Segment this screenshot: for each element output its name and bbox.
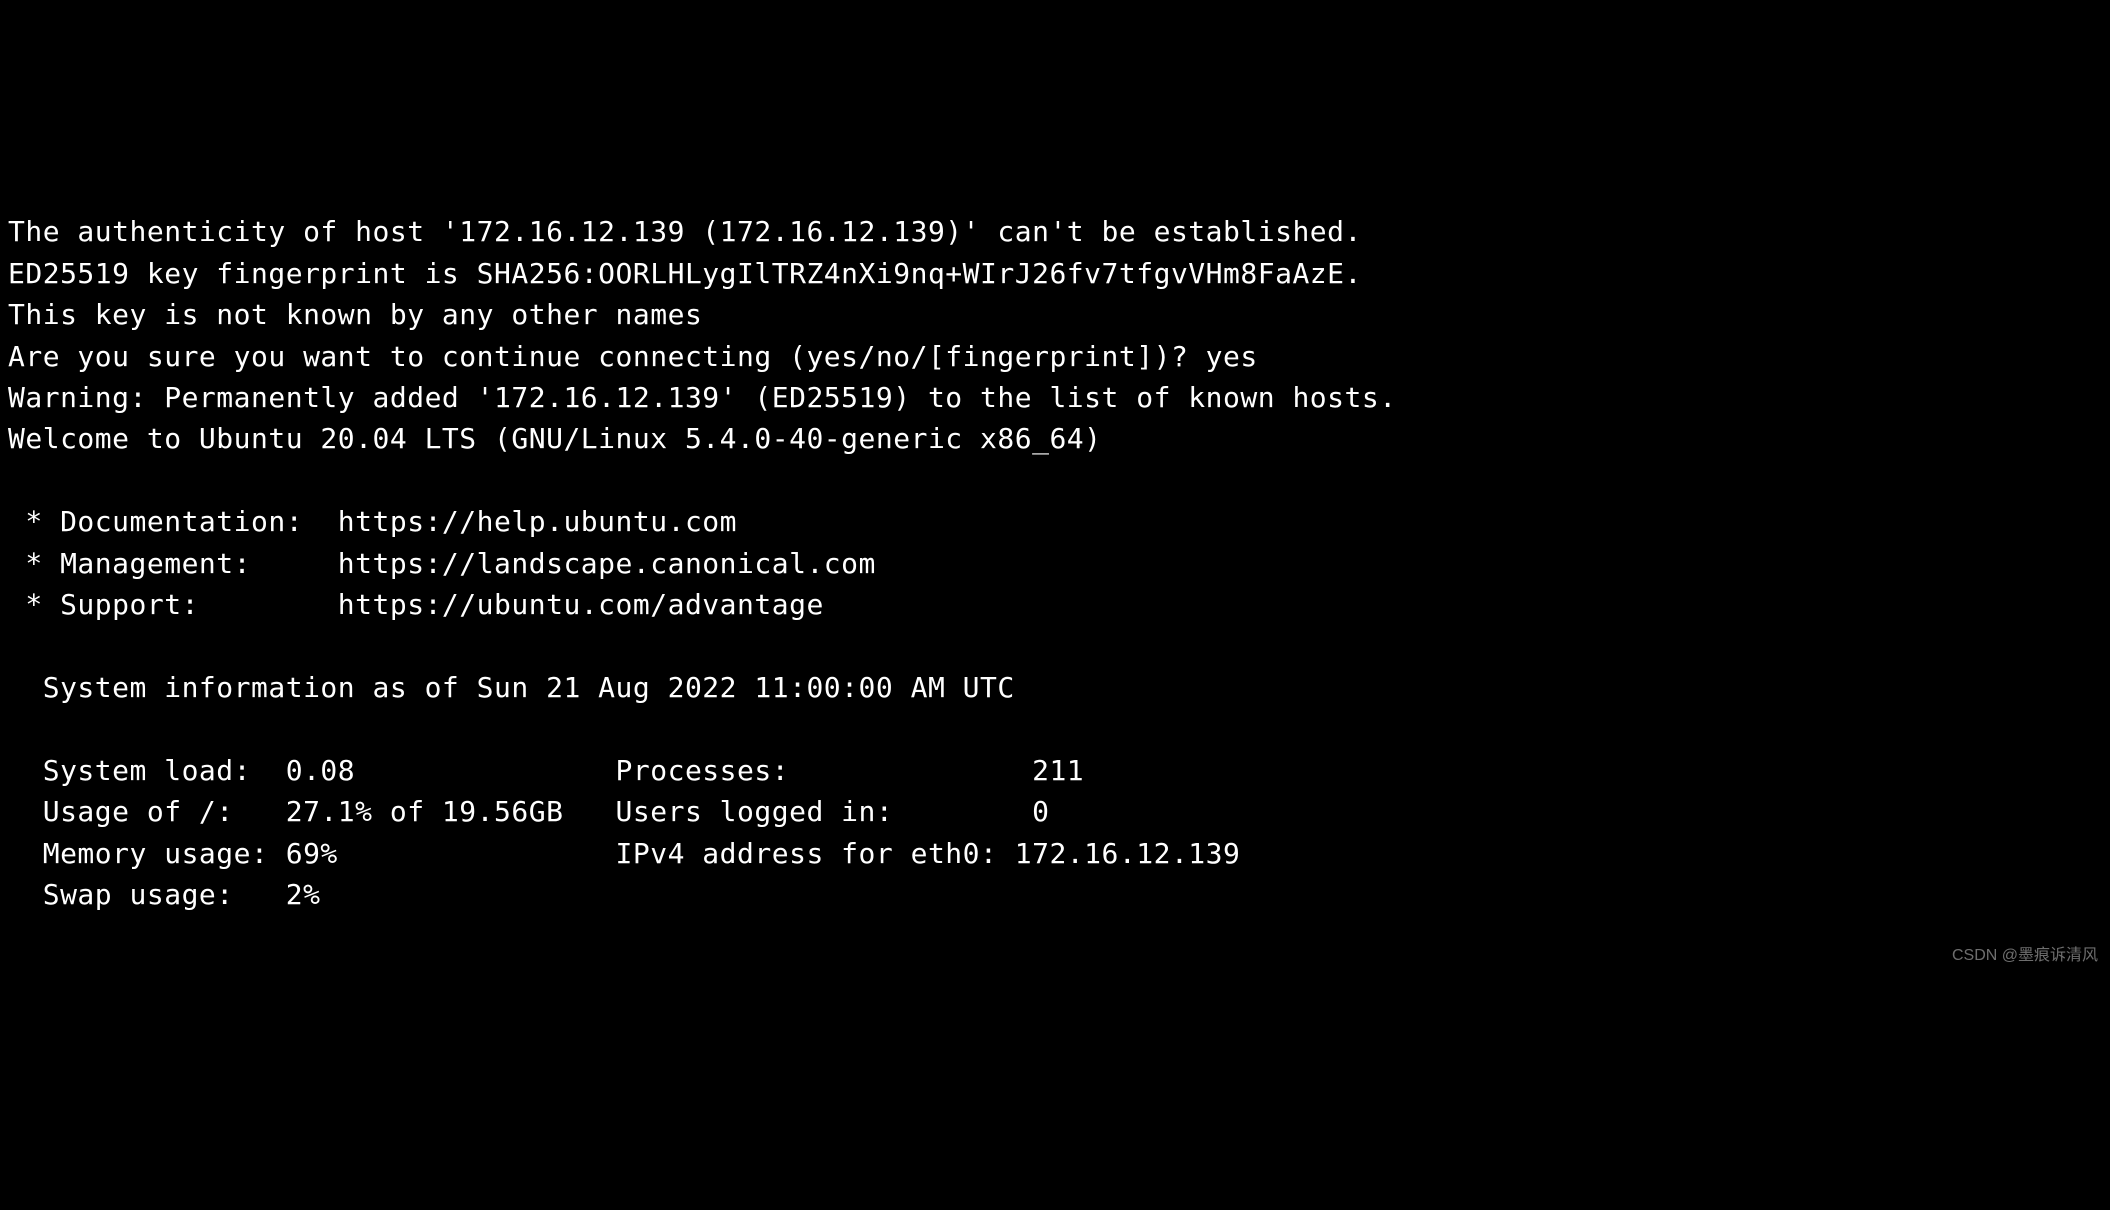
ssh-added-warning: Warning: Permanently added '172.16.12.13…	[8, 381, 1397, 414]
ssh-auth-warning: The authenticity of host '172.16.12.139 …	[8, 215, 1362, 248]
ssh-key-fingerprint: ED25519 key fingerprint is SHA256:OORLHL…	[8, 257, 1362, 290]
motd-support-link: * Support: https://ubuntu.com/advantage	[8, 588, 824, 621]
ssh-confirm-prompt: Are you sure you want to continue connec…	[8, 340, 1258, 373]
motd-management-link: * Management: https://landscape.canonica…	[8, 547, 876, 580]
terminal-output: The authenticity of host '172.16.12.139 …	[8, 170, 2102, 916]
system-info-header: System information as of Sun 21 Aug 2022…	[8, 671, 1015, 704]
swap-usage: Swap usage: 2%	[8, 878, 320, 911]
system-load-processes: System load: 0.08 Processes: 211	[8, 754, 1084, 787]
motd-documentation-link: * Documentation: https://help.ubuntu.com	[8, 505, 737, 538]
watermark-text: CSDN @墨痕诉清风	[1952, 944, 2098, 968]
disk-usage-users: Usage of /: 27.1% of 19.56GB Users logge…	[8, 795, 1049, 828]
motd-welcome: Welcome to Ubuntu 20.04 LTS (GNU/Linux 5…	[8, 422, 1102, 455]
memory-usage-ipv4: Memory usage: 69% IPv4 address for eth0:…	[8, 837, 1240, 870]
ssh-key-unknown: This key is not known by any other names	[8, 298, 702, 331]
